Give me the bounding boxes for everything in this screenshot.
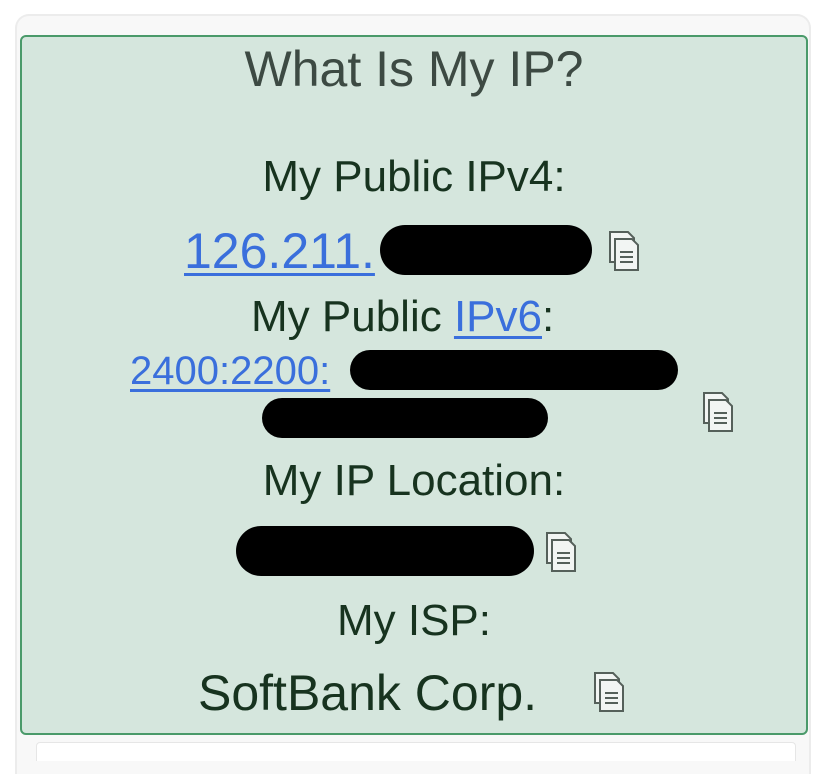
ipv6-copy-icon[interactable]	[700, 390, 736, 434]
ipv6-label-prefix: My Public	[251, 292, 454, 341]
ipv6-info-link[interactable]: IPv6	[454, 292, 542, 341]
location-label: My IP Location:	[262, 456, 566, 505]
ipv6-redaction-bar-1	[350, 350, 678, 390]
isp-copy-icon[interactable]	[591, 670, 627, 714]
ipv4-value-link[interactable]: 126.211.	[184, 222, 375, 280]
ipv4-copy-icon[interactable]	[606, 229, 642, 273]
next-card-edge	[36, 742, 796, 761]
ipv6-redaction-bar-2	[262, 398, 548, 438]
isp-value: SoftBank Corp.	[198, 665, 538, 721]
ipv6-value-link[interactable]: 2400:2200:	[130, 349, 330, 394]
location-copy-icon[interactable]	[543, 530, 579, 574]
isp-label: My ISP:	[336, 596, 492, 645]
location-redaction-bar	[236, 526, 534, 576]
page-title: What Is My IP?	[244, 41, 584, 97]
ipv6-label-suffix: :	[542, 292, 555, 341]
ipv6-label: My Public IPv6:	[251, 292, 554, 342]
ipv4-label: My Public IPv4:	[262, 152, 566, 201]
ipv4-redaction-bar	[380, 225, 592, 275]
